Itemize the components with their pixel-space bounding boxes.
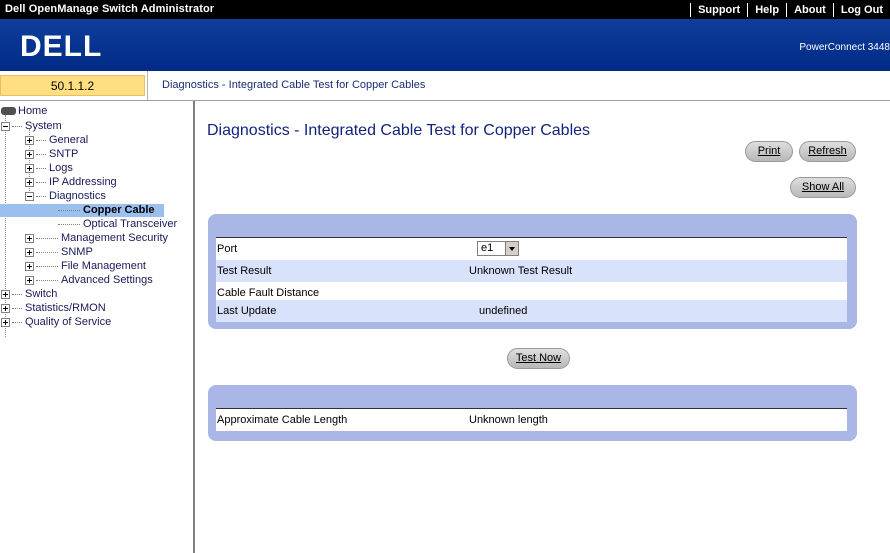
tree-connector [36, 153, 46, 155]
port-row: Port e1 [216, 238, 847, 260]
tree-label: SNMP [61, 246, 93, 258]
tree-item-advanced-settings[interactable]: Advanced Settings [25, 274, 153, 287]
tree-label: Copper Cable [83, 204, 155, 216]
tree-connector [36, 251, 58, 253]
tree-connector [36, 265, 58, 267]
cable-length-panel: Approximate Cable Length Unknown length [208, 385, 857, 441]
tree-item-logs[interactable]: Logs [25, 162, 73, 175]
expand-icon[interactable] [1, 289, 10, 299]
navigation-tree: Home System General SNTP Logs IP Address… [0, 101, 195, 553]
chevron-down-icon[interactable] [505, 242, 518, 255]
about-link[interactable]: About [787, 4, 833, 16]
last-update-label: Last Update [217, 305, 277, 317]
drive-icon [1, 107, 16, 116]
top-menu: Support Help About Log Out [690, 0, 890, 19]
expand-icon[interactable] [1, 303, 10, 313]
last-update-row: Last Update undefined [216, 300, 847, 322]
tree-connector [12, 293, 22, 295]
dell-logo-text: DELL [20, 30, 102, 61]
tree-label: Home [18, 105, 48, 117]
tree-connector [12, 307, 22, 309]
top-menu-bar: Dell OpenManage Switch Administrator Sup… [0, 0, 890, 19]
tree-item-switch[interactable]: Switch [1, 288, 57, 301]
tree-label: IP Addressing [49, 176, 117, 188]
help-link[interactable]: Help [748, 4, 786, 16]
tree-label: File Management [61, 260, 146, 272]
tree-item-snmp[interactable]: SNMP [25, 246, 93, 259]
tree-connector [36, 167, 46, 169]
breadcrumb: Diagnostics - Integrated Cable Test for … [147, 71, 425, 100]
support-link[interactable]: Support [691, 4, 747, 16]
expand-icon[interactable] [25, 247, 34, 257]
tree-item-management-security[interactable]: Management Security [25, 232, 168, 245]
expand-icon[interactable] [25, 135, 34, 145]
tree-item-optical-transceiver[interactable]: Optical Transceiver [58, 218, 177, 231]
collapse-icon[interactable] [25, 191, 34, 201]
tree-label: Statistics/RMON [25, 302, 106, 314]
tree-item-diagnostics[interactable]: Diagnostics [25, 190, 106, 203]
test-result-label: Test Result [217, 265, 272, 277]
cable-length-row: Approximate Cable Length Unknown length [216, 409, 847, 431]
tree-item-file-management[interactable]: File Management [25, 260, 146, 273]
test-result-row: Test Result Unknown Test Result [216, 260, 847, 282]
tree-label: Quality of Service [25, 316, 112, 328]
cable-length-label: Approximate Cable Length [217, 414, 348, 426]
tree-connector [58, 223, 80, 225]
tree-item-sntp[interactable]: SNTP [25, 148, 78, 161]
expand-icon[interactable] [25, 177, 34, 187]
print-button[interactable]: Print [745, 141, 793, 162]
expand-icon[interactable] [25, 163, 34, 173]
header-banner: DELL PowerConnect 3448 [0, 19, 890, 71]
tree-label: Switch [25, 288, 58, 300]
tree-label: Optical Transceiver [83, 218, 178, 230]
expand-icon[interactable] [1, 317, 10, 327]
cable-length-value: Unknown length [469, 414, 548, 426]
refresh-button[interactable]: Refresh [799, 141, 856, 162]
logout-link[interactable]: Log Out [834, 4, 890, 16]
app-title: Dell OpenManage Switch Administrator [5, 3, 215, 15]
tree-connector [12, 321, 22, 323]
tree-connector [58, 209, 80, 211]
tree-label: Logs [49, 162, 73, 174]
tree-label: Diagnostics [49, 190, 106, 202]
port-select-value: e1 [481, 242, 494, 254]
tree-connector [36, 279, 58, 281]
page-title: Diagnostics - Integrated Cable Test for … [207, 122, 591, 139]
tree-label: Advanced Settings [61, 274, 153, 286]
tree-connector [36, 139, 46, 141]
test-now-button[interactable]: Test Now [507, 348, 570, 369]
tree-connector [36, 181, 46, 183]
dell-logo: DELL [20, 30, 102, 61]
product-name: PowerConnect 3448 [799, 42, 890, 53]
device-ip: 50.1.1.2 [0, 75, 145, 96]
tree-item-quality-of-service[interactable]: Quality of Service [1, 316, 111, 329]
device-ip-text: 50.1.1.2 [50, 79, 95, 93]
tree-label: General [49, 134, 89, 146]
tree-connector [12, 125, 22, 127]
tree-item-ip-addressing[interactable]: IP Addressing [25, 176, 117, 189]
show-all-button[interactable]: Show All [790, 177, 856, 198]
tree-label: System [25, 120, 62, 132]
last-update-value: undefined [479, 305, 528, 317]
tree-connector [36, 237, 58, 239]
tree-label: SNTP [49, 148, 79, 160]
port-select[interactable]: e1 [477, 241, 519, 256]
tree-item-home[interactable]: Home [1, 105, 47, 118]
expand-icon[interactable] [25, 233, 34, 243]
expand-icon[interactable] [25, 149, 34, 159]
tree-item-system[interactable]: System [1, 120, 62, 133]
test-result-value: Unknown Test Result [469, 265, 573, 277]
expand-icon[interactable] [25, 275, 34, 285]
tree-label: Management Security [61, 232, 168, 244]
expand-icon[interactable] [25, 261, 34, 271]
tree-item-general[interactable]: General [25, 134, 88, 147]
tree-connector [36, 195, 46, 197]
tree-item-statistics-rmon[interactable]: Statistics/RMON [1, 302, 106, 315]
address-strip: 50.1.1.2 Diagnostics - Integrated Cable … [0, 71, 890, 101]
cable-test-panel: Port e1 Test Result Unknown Test Result … [208, 214, 857, 329]
tree-item-copper-cable[interactable]: Copper Cable [0, 204, 164, 217]
collapse-icon[interactable] [1, 121, 10, 131]
port-label: Port [217, 243, 238, 255]
